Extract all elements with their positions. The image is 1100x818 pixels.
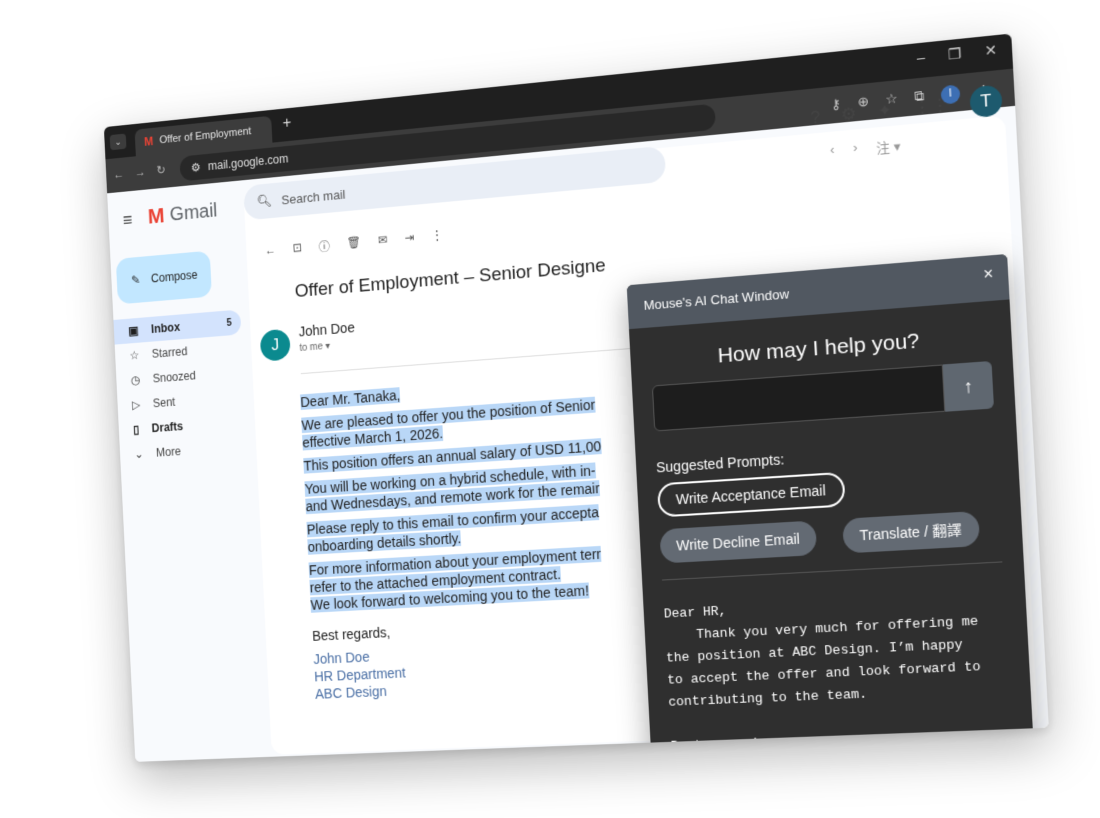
gmail-app: ? ⚙ ✦ ⋮⋮ T ≡ M Gmail ✎ Compose ▣ Inbox 5 [107,84,1049,762]
minimize-icon[interactable]: – [916,49,925,67]
forward-icon[interactable]: → [135,165,146,179]
delete-icon[interactable]: 🗑︎ [346,235,361,253]
prompt-write-acceptance-button[interactable]: Write Acceptance Email [656,471,846,518]
browser-window: ⌄ M Offer of Employment + – ❐ ✕ ← → ↻ ⚙ … [103,33,1049,762]
signature-company: ABC Design [314,683,388,702]
suggested-prompts-label: Suggested Prompts: [655,451,785,476]
chat-input-row: ↑ [651,360,995,432]
clock-icon: ◷ [130,373,141,388]
signature-name: John Doe [313,648,370,667]
archive-icon[interactable]: ⊡ [292,240,302,257]
mark-unread-icon[interactable]: ✉ [378,233,388,250]
nav-label: Sent [152,395,176,411]
search-icon: 🔍︎ [256,192,273,209]
more-actions-icon[interactable]: ⋮ [431,228,443,246]
back-icon[interactable]: ← [113,167,124,181]
prompt-translate-button[interactable]: Translate / 翻譯 [842,510,980,554]
compose-label: Compose [150,268,198,286]
nav-label: Starred [151,344,188,361]
send-icon: ▷ [131,397,141,412]
next-message-icon[interactable]: › [853,139,859,159]
nav-buttons: ← → ↻ [113,163,166,181]
apps-grid-icon[interactable]: ⋮⋮ [913,95,950,119]
prev-message-icon[interactable]: ‹ [830,142,836,162]
site-info-icon[interactable]: ⚙ [191,160,201,174]
reload-icon[interactable]: ↻ [156,163,166,177]
inbox-count: 5 [226,317,232,329]
nav-label: Snoozed [152,368,197,386]
account-avatar[interactable]: T [969,84,1003,119]
email-closing: Best regards, [311,624,391,644]
nav-label: More [155,444,182,460]
nav-label: Inbox [150,320,181,336]
settings-gear-icon[interactable]: ⚙ [840,104,857,126]
compose-button[interactable]: ✎ Compose [115,250,212,305]
prompt-write-decline-button[interactable]: Write Decline Email [659,520,818,564]
chat-divider [662,561,1003,581]
tab-title: Offer of Employment [159,125,252,147]
ai-chat-window: Mouse's AI Chat Window × How may I help … [626,253,1049,762]
maximize-icon[interactable]: ❐ [948,45,962,64]
chat-input[interactable] [651,364,946,432]
gemini-sparkle-icon[interactable]: ✦ [877,100,893,122]
hamburger-menu-icon[interactable]: ≡ [122,210,132,231]
star-icon: ☆ [129,348,140,363]
window-controls: – ❐ ✕ [916,41,997,67]
gmail-logo-text: Gmail [169,199,218,225]
back-to-inbox-icon[interactable]: ← [265,243,277,260]
url-text: mail.google.com [207,151,289,174]
gmail-logo[interactable]: M Gmail [147,198,218,229]
draft-icon: ▯ [132,422,140,437]
gmail-m-icon: M [147,203,166,229]
report-spam-icon[interactable]: ⓘ [318,238,330,255]
chevron-down-icon: ⌄ [134,447,144,462]
tab-search-button[interactable]: ⌄ [109,133,127,151]
close-icon[interactable]: × [983,266,994,285]
chat-title: Mouse's AI Chat Window [643,286,790,313]
send-arrow-icon[interactable]: ↑ [942,360,995,412]
input-language-button[interactable]: 注 ▾ [876,135,901,157]
gmail-favicon-icon: M [143,134,154,149]
screenshot-stage: ⌄ M Offer of Employment + – ❐ ✕ ← → ↻ ⚙ … [0,0,1100,818]
mailbox-nav: ▣ Inbox 5 ☆ Starred ◷ Snoozed ▷ Sent ▯ D… [113,309,247,467]
pencil-icon: ✎ [130,273,141,288]
new-tab-button[interactable]: + [282,115,292,133]
move-to-icon[interactable]: ⇥ [404,230,414,247]
gaming-mouse-icon [1008,740,1049,762]
help-icon[interactable]: ? [810,107,821,128]
inbox-icon: ▣ [128,323,139,338]
close-window-icon[interactable]: ✕ [984,41,997,60]
chat-response: Dear HR, Thank you very much for offerin… [663,603,981,761]
signature-dept: HR Department [313,664,407,685]
search-input[interactable]: Search mail [281,186,346,206]
nav-label: Drafts [151,419,184,436]
